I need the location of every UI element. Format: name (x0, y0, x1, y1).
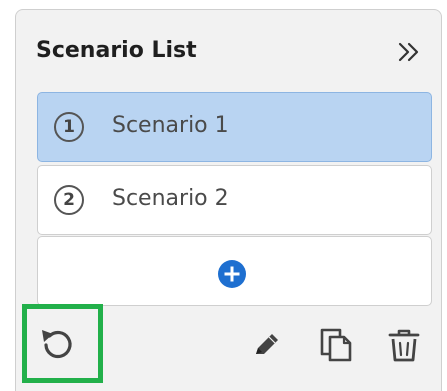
scenario-item-2[interactable]: 2 Scenario 2 (37, 165, 432, 235)
copy-icon (320, 328, 352, 362)
plus-circle-icon (218, 260, 246, 288)
scenario-label: Scenario 1 (112, 113, 229, 138)
page: Scenario List 1 Scenario 1 2 Scenario 2 (0, 0, 447, 391)
scenario-label: Scenario 2 (112, 186, 229, 211)
reset-button-highlight (22, 304, 103, 383)
edit-button[interactable] (250, 328, 284, 362)
pencil-icon (256, 334, 278, 354)
copy-button[interactable] (318, 326, 354, 364)
delete-button[interactable] (386, 326, 422, 364)
scenario-item-1[interactable]: 1 Scenario 1 (37, 92, 432, 162)
scenario-number-badge: 2 (54, 185, 84, 215)
scenario-number-badge: 1 (54, 112, 84, 142)
panel-title: Scenario List (36, 38, 197, 63)
trash-icon (388, 329, 420, 362)
add-scenario-button[interactable] (37, 236, 432, 306)
chevron-double-right-icon (398, 42, 419, 62)
collapse-panel-button[interactable] (395, 38, 423, 66)
